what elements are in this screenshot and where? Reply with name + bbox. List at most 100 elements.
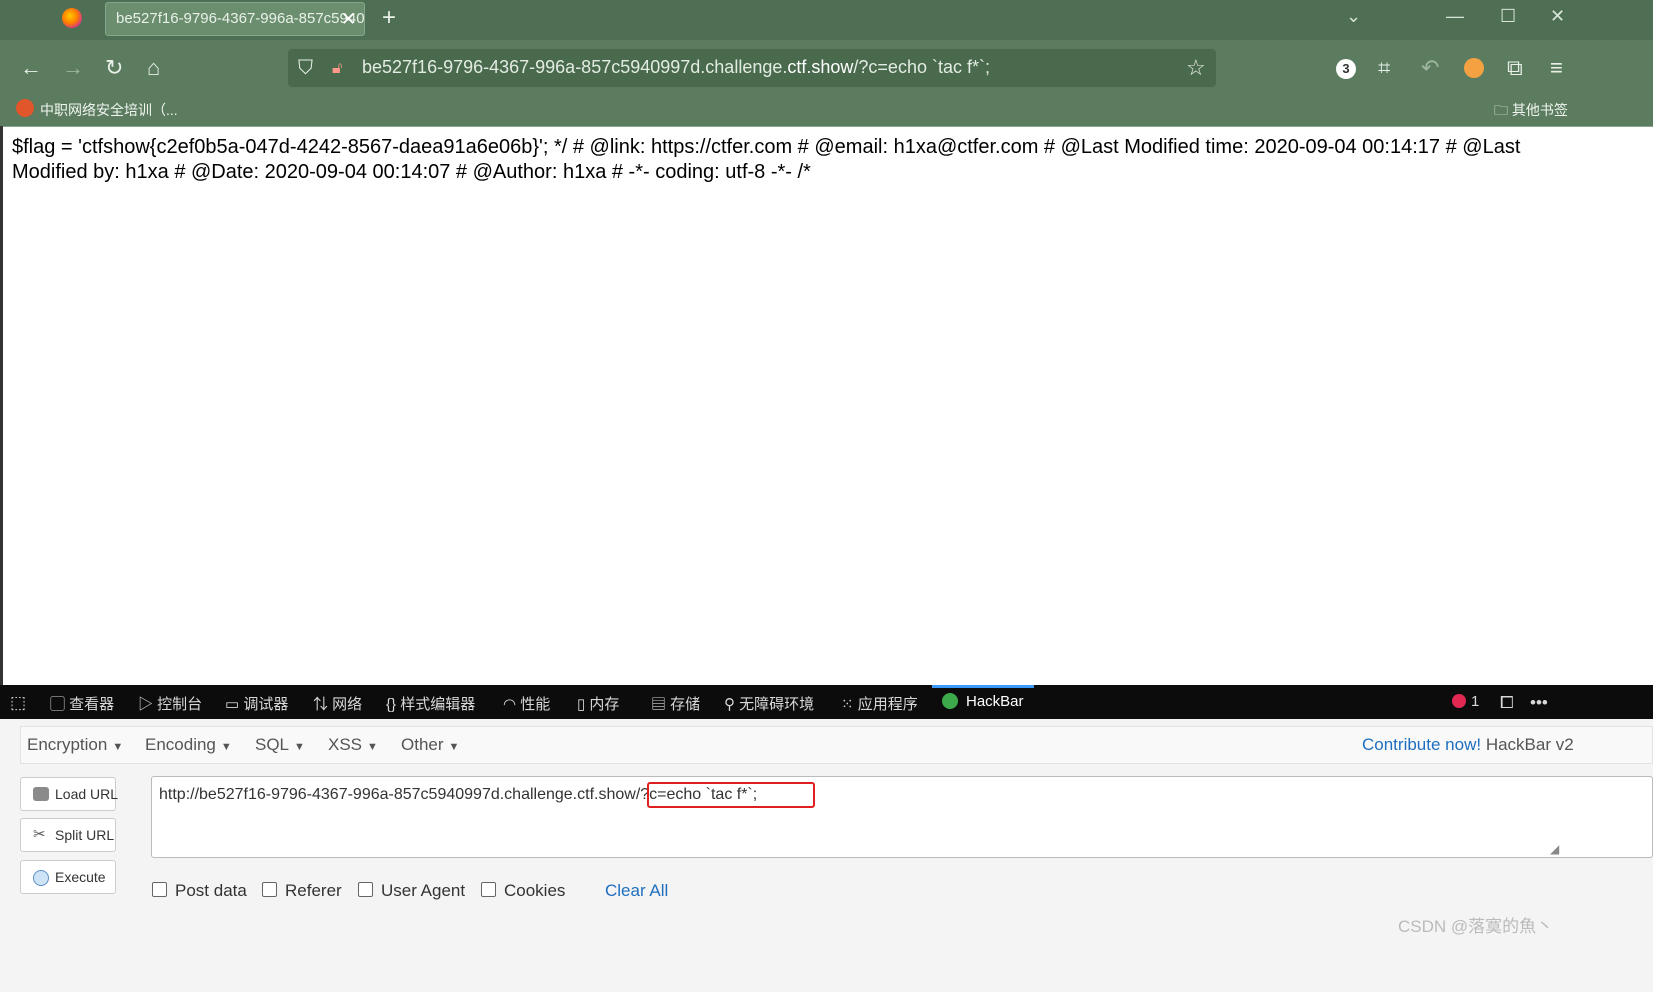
menu-label: Encoding (145, 735, 216, 754)
address-url[interactable]: be527f16-9796-4367-996a-857c5940997d.cha… (362, 57, 990, 78)
devtools-tab-memory[interactable]: ▯ 内存 (577, 693, 619, 714)
console-icon: ▷ (138, 696, 158, 713)
devtools-tab-label: 无障碍环境 (739, 696, 815, 713)
devtools-tab-accessibility[interactable]: ⚲ 无障碍环境 (724, 693, 814, 714)
reload-icon[interactable]: ↻ (105, 56, 123, 80)
encryption-menu[interactable]: Encryption ▼ (27, 735, 123, 755)
network-icon: ⇅ (313, 696, 333, 713)
devtools-tab-label: 网络 (332, 696, 363, 713)
memory-icon: ▯ (577, 696, 590, 713)
other-menu[interactable]: Other ▼ (401, 735, 459, 755)
checkbox-box[interactable] (358, 882, 373, 897)
tab-title: be527f16-9796-4367-996a-857c5940997d.cha… (116, 10, 365, 27)
braces-icon: {} (386, 696, 401, 713)
referer-checkbox[interactable]: Referer (262, 881, 342, 901)
devtools-tab-network[interactable]: ⇅ 网络 (313, 693, 362, 714)
bookmark-favicon-icon (16, 99, 34, 117)
url-path: /?c=echo `tac f*`; (853, 57, 990, 77)
cookies-checkbox[interactable]: Cookies (481, 881, 565, 901)
firefox-logo-icon (62, 8, 82, 28)
checkbox-box[interactable] (481, 882, 496, 897)
hackbar-version: HackBar v2 (1485, 735, 1574, 754)
execute-button[interactable]: Execute (20, 860, 116, 894)
responsive-design-icon[interactable]: ⧠ (1500, 693, 1514, 713)
devtools-tab-debugger[interactable]: ▭ 调试器 (225, 693, 288, 714)
contribute-link[interactable]: Contribute now! HackBar v2 (1362, 735, 1574, 755)
shield-icon[interactable]: ⛉ (298, 56, 313, 80)
devtools-tab-storage[interactable]: ▤ 存储 (651, 693, 700, 714)
bookmark-item[interactable]: 中职网络安全培训（... (40, 100, 178, 120)
checkbox-label: Post data (175, 881, 247, 900)
menu-label: XSS (328, 735, 363, 754)
devtools-tab-performance[interactable]: ◠ 性能 (503, 693, 550, 714)
forward-arrow-icon[interactable]: → (62, 56, 84, 80)
play-icon (33, 870, 49, 886)
browser-tab[interactable]: be527f16-9796-4367-996a-857c5940997d.cha… (105, 2, 365, 36)
user-agent-checkbox[interactable]: User Agent (358, 881, 465, 901)
element-picker-icon[interactable]: ⬚ (10, 693, 26, 713)
sql-menu[interactable]: SQL ▼ (255, 735, 305, 755)
caret-down-icon: ▼ (367, 741, 378, 753)
post-data-checkbox[interactable]: Post data (152, 881, 247, 901)
split-url-button[interactable]: ✂ Split URL (20, 818, 116, 852)
devtools-tab-label: 应用程序 (857, 696, 918, 713)
more-options-icon[interactable]: ••• (1530, 693, 1548, 713)
checkbox-box[interactable] (152, 882, 167, 897)
clear-all-link[interactable]: Clear All (605, 881, 668, 901)
active-tab-indicator (932, 685, 1034, 688)
contribute-text: Contribute now! (1362, 735, 1482, 754)
url-base: http://be527f16-9796-4367-996a-857c59409… (159, 786, 636, 803)
devtools-tab-label: HackBar (966, 693, 1024, 710)
encoding-menu[interactable]: Encoding ▼ (145, 735, 232, 755)
bookmarks-toolbar (0, 90, 1653, 127)
devtools-tab-style-editor[interactable]: {} 样式编辑器 (386, 693, 475, 714)
caret-down-icon: ▼ (220, 741, 232, 753)
caret-down-icon: ▼ (448, 741, 460, 753)
blocker-extension-icon[interactable] (1464, 58, 1484, 78)
button-label: Execute (55, 869, 106, 885)
checkbox-box[interactable] (262, 882, 277, 897)
viewport-edge (0, 126, 3, 686)
undo-icon[interactable]: ↶ (1421, 56, 1439, 80)
list-all-tabs-chevron-icon[interactable]: ⌄ (1346, 6, 1361, 27)
extensions-puzzle-icon[interactable]: ⧉ (1507, 56, 1523, 80)
error-count[interactable]: 1 (1452, 693, 1479, 710)
resize-handle-icon[interactable]: ◢ (1550, 842, 1559, 856)
new-tab-button[interactable]: + (382, 4, 396, 32)
bookmark-star-icon[interactable]: ☆ (1186, 56, 1206, 80)
devtools-tab-inspector[interactable]: ▢ 查看器 (50, 693, 114, 714)
error-icon (1452, 694, 1466, 708)
url-domain: ctf.show (787, 57, 854, 77)
extension-badge[interactable]: 3 (1336, 59, 1356, 79)
load-icon (33, 787, 49, 801)
devtools-tab-label: 性能 (520, 696, 551, 713)
devtools-tab-console[interactable]: ▷ 控制台 (138, 693, 202, 714)
checkbox-label: User Agent (381, 881, 466, 900)
devtools-tab-label: 样式编辑器 (400, 696, 476, 713)
devtools-tab-application[interactable]: ⁙ 应用程序 (841, 693, 918, 714)
close-window-button[interactable]: ✕ (1550, 6, 1565, 27)
checkbox-label: Cookies (504, 881, 566, 900)
back-arrow-icon[interactable]: ← (20, 56, 42, 80)
insecure-lock-icon[interactable]: 🔓︎ (332, 57, 342, 81)
home-icon[interactable]: ⌂ (147, 56, 160, 80)
menu-icon[interactable]: ≡ (1550, 56, 1563, 80)
error-count-value: 1 (1471, 693, 1480, 710)
devtools-tab-label: 调试器 (243, 696, 289, 713)
url-host-prefix: be527f16-9796-4367-996a-857c5940997d.cha… (362, 57, 788, 77)
devtools-tab-label: 查看器 (69, 696, 115, 713)
maximize-button[interactable]: ☐ (1500, 6, 1516, 27)
hackbar-icon (942, 693, 958, 709)
devtools-tab-hackbar[interactable]: HackBar (942, 693, 1024, 710)
xss-menu[interactable]: XSS ▼ (328, 735, 378, 755)
checkbox-label: Referer (285, 881, 342, 900)
minimize-button[interactable]: — (1446, 6, 1464, 27)
button-label: Split URL (55, 827, 115, 843)
highlight-annotation-box (647, 782, 815, 808)
close-tab-icon[interactable]: ✕ (341, 3, 356, 35)
other-bookmarks[interactable]: 🗀︎ 其他书签 (1494, 100, 1568, 124)
storage-icon: ▤ (651, 696, 671, 713)
menu-label: Encryption (27, 735, 108, 754)
load-url-button[interactable]: Load URL (20, 777, 118, 811)
crop-icon[interactable]: ⌗ (1378, 56, 1390, 80)
